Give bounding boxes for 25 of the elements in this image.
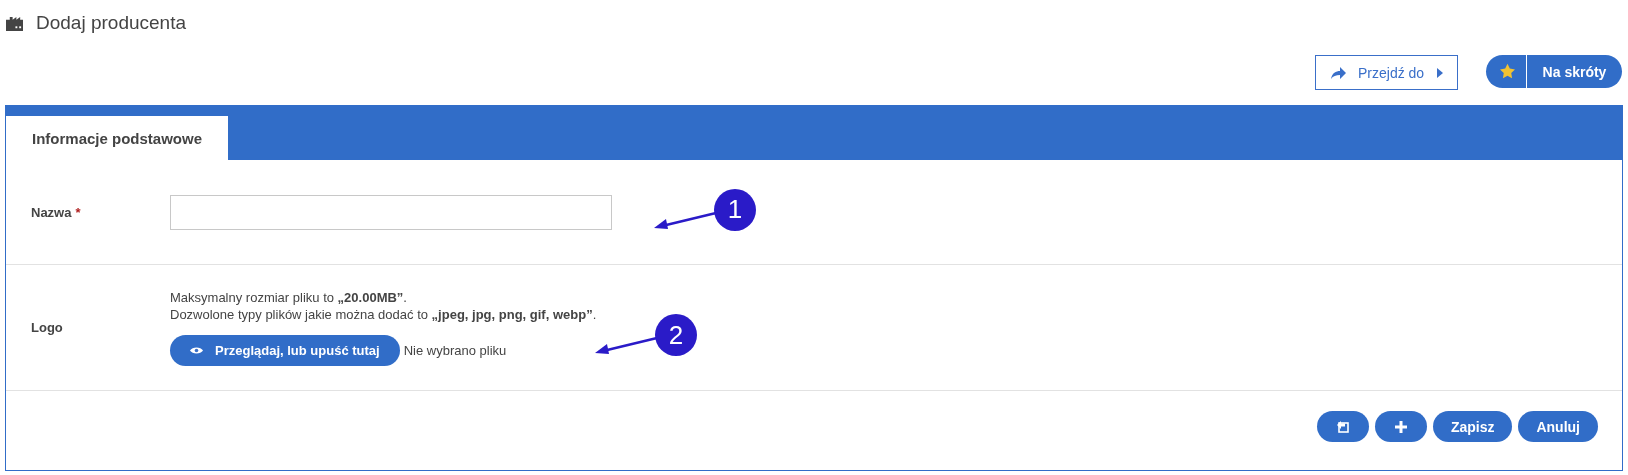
tab[interactable]: Informacje podstawowe xyxy=(6,116,229,160)
return-icon xyxy=(1336,420,1349,433)
file-hint: Dozwolone typy plików jakie można dodać to „jpeg, jpg, png, gif, webp”. xyxy=(170,306,597,323)
star-icon xyxy=(1499,63,1516,80)
field-label: Logo xyxy=(31,320,63,335)
file-status: Nie wybrano pliku xyxy=(403,343,507,358)
footer-button[interactable]: Zapisz xyxy=(1432,411,1513,442)
file-hint: Maksymalny rozmiar pliku to „20.00MB”. xyxy=(170,289,407,306)
name-input[interactable] xyxy=(170,194,612,230)
callout-number: 2 xyxy=(655,314,697,356)
eye-icon xyxy=(190,346,203,355)
go-to-button[interactable]: Przejdź do xyxy=(1315,55,1458,90)
callout-number: 1 xyxy=(714,188,756,231)
add-button[interactable] xyxy=(1374,411,1427,442)
plus-icon xyxy=(1394,420,1407,433)
back-button[interactable] xyxy=(1316,411,1369,442)
caret-icon xyxy=(1437,67,1443,78)
shortcuts-button[interactable]: Na skróty xyxy=(1486,55,1622,88)
page-title: Dodaj producenta xyxy=(36,12,186,34)
required-asterisk: * xyxy=(75,204,81,220)
footer-button[interactable]: Anuluj xyxy=(1518,411,1598,442)
share-arrow-icon xyxy=(1330,65,1346,80)
factory-icon xyxy=(5,14,24,32)
field-label: Nazwa xyxy=(31,204,72,220)
browse-button[interactable]: Przeglądaj, lub upuść tutaj xyxy=(170,335,400,366)
